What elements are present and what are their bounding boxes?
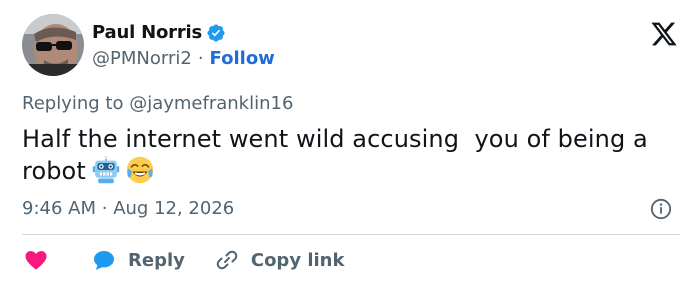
reply-context-prefix: Replying to [22, 93, 124, 114]
reply-label: Reply [128, 249, 185, 271]
author-handle-row: @PMNorri2 · Follow [92, 48, 275, 69]
reply-context-mention[interactable]: @jaymefranklin16 [129, 93, 293, 114]
robot-face-emoji-icon [92, 156, 120, 184]
x-logo-icon[interactable] [650, 20, 678, 48]
handle-separator: · [197, 48, 204, 69]
reply-button[interactable]: Reply [92, 248, 185, 272]
divider [22, 234, 680, 235]
like-button[interactable] [24, 248, 48, 272]
author-handle[interactable]: @PMNorri2 [92, 48, 192, 69]
heart-icon [25, 251, 47, 270]
tweet-actions: Reply Copy link [24, 247, 344, 273]
tweet-date: Aug 12, 2026 [113, 198, 235, 219]
author-display-name[interactable]: Paul Norris [92, 22, 202, 43]
author-name-row: Paul Norris [92, 22, 226, 43]
follow-button[interactable]: Follow [210, 48, 275, 69]
tweet-time: 9:46 AM [22, 198, 96, 219]
avatar-photo [22, 14, 84, 76]
info-icon[interactable] [650, 198, 672, 220]
reply-context: Replying to @jaymefranklin16 [22, 93, 293, 114]
tweet-card: Paul Norris @PMNorri2 · Follow Replying … [0, 0, 700, 287]
copy-link-label: Copy link [250, 249, 345, 271]
timestamp-separator: · [101, 198, 108, 219]
tweet-text: Half the internet went wild accusing you… [22, 123, 672, 187]
verified-badge-icon [207, 23, 225, 42]
link-icon [216, 250, 238, 270]
tears-of-joy-emoji-icon [126, 156, 154, 184]
avatar[interactable] [22, 14, 84, 76]
tweet-timestamp[interactable]: 9:46 AM · Aug 12, 2026 [22, 198, 234, 219]
reply-bubble-icon [94, 251, 114, 270]
copy-link-button[interactable]: Copy link [215, 248, 345, 272]
